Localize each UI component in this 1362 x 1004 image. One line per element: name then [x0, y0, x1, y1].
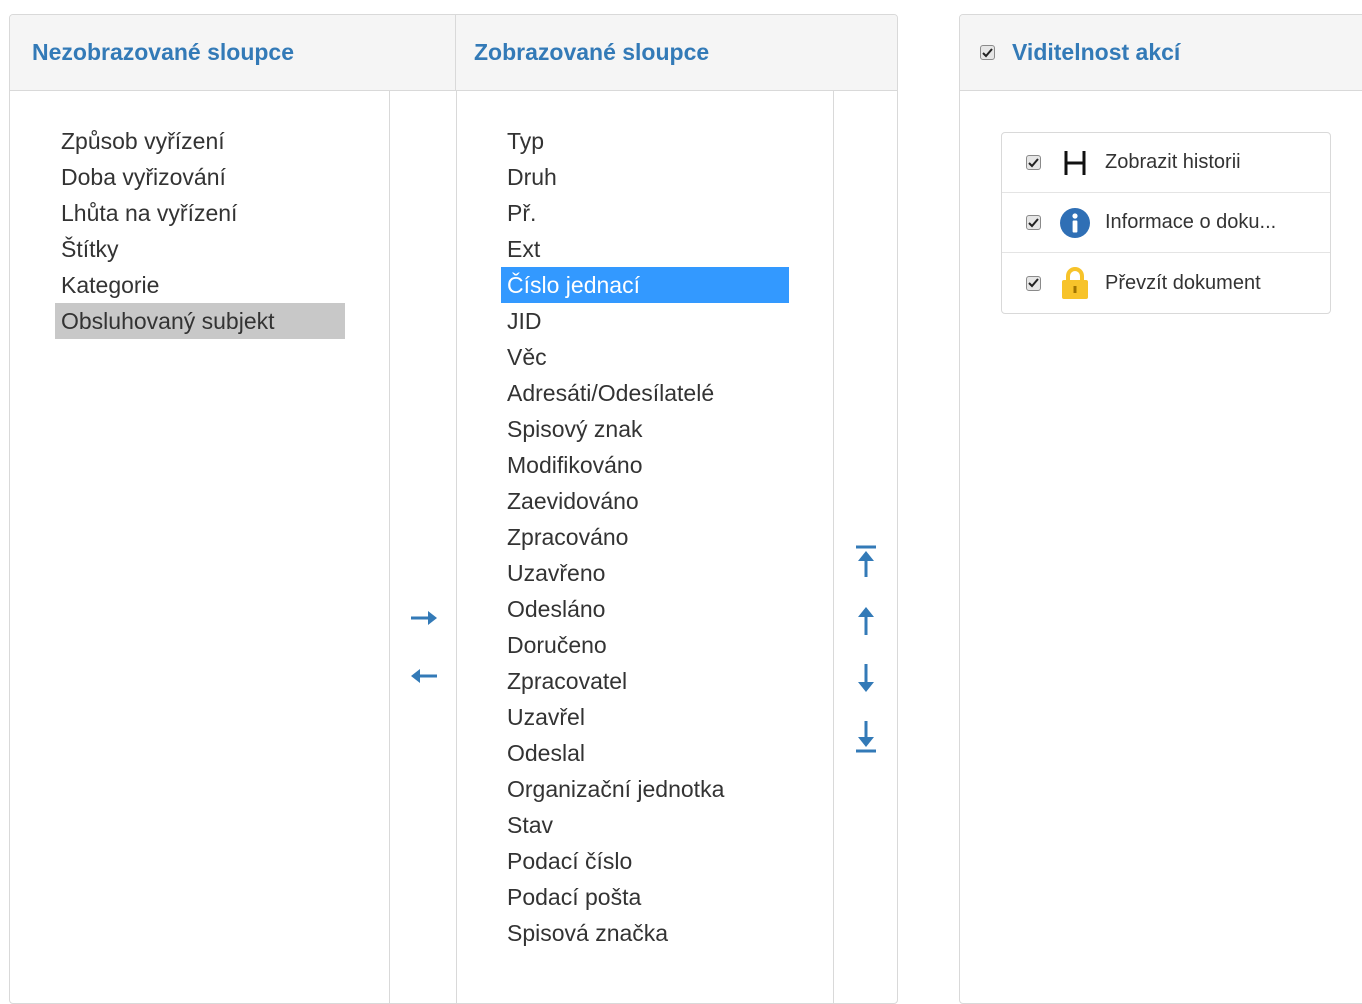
column-item[interactable]: Stav [501, 807, 789, 843]
action-label: Převzít dokument [1105, 271, 1261, 294]
column-item[interactable]: Typ [501, 123, 789, 159]
column-item[interactable]: Podací číslo [501, 843, 789, 879]
divider [389, 91, 390, 1003]
action-checkbox[interactable] [1026, 155, 1041, 170]
action-label: Zobrazit historii [1105, 151, 1241, 173]
move-to-top-button[interactable] [846, 541, 886, 581]
column-item[interactable]: Uzavřeno [501, 555, 789, 591]
column-item[interactable]: Spisový znak [501, 411, 789, 447]
hidden-columns-header: Nezobrazované sloupce [10, 15, 456, 91]
column-item[interactable]: Zpracovatel [501, 663, 789, 699]
actions-list: Zobrazit historii Informace o doku... Př… [1001, 132, 1331, 314]
actions-header: Viditelnost akcí [960, 15, 1362, 91]
action-label: Informace o doku... [1105, 211, 1277, 233]
hidden-columns-list[interactable]: Způsob vyřízení Doba vyřizování Lhůta na v… [55, 123, 345, 339]
move-to-bottom-button[interactable] [846, 717, 886, 757]
shown-columns-header: Zobrazované sloupce [456, 15, 897, 91]
action-row-history[interactable]: Zobrazit historii [1002, 133, 1330, 193]
column-item[interactable]: Modifikováno [501, 447, 789, 483]
column-item[interactable]: Organizační jednotka [501, 771, 789, 807]
divider [833, 91, 834, 1003]
divider [456, 91, 457, 1003]
action-row-info[interactable]: Informace o doku... [1002, 193, 1330, 253]
column-item[interactable]: Zaevidováno [501, 483, 789, 519]
column-item[interactable]: Kategorie [55, 267, 345, 303]
column-item[interactable]: Odesláno [501, 591, 789, 627]
actions-visibility-checkbox[interactable] [980, 45, 995, 60]
move-to-bottom-icon [856, 721, 876, 753]
column-item[interactable]: Ext [501, 231, 789, 267]
column-item[interactable]: Věc [501, 339, 789, 375]
column-item[interactable]: Druh [501, 159, 789, 195]
column-item[interactable]: Adresáti/Odesílatelé [501, 375, 789, 411]
checkmark-icon [1028, 217, 1039, 227]
column-item[interactable]: Obsluhovaný subjekt [55, 303, 345, 339]
action-row-take-over[interactable]: Převzít dokument [1002, 253, 1330, 313]
checkmark-icon [982, 47, 993, 57]
arrow-left-icon [411, 669, 437, 683]
action-checkbox[interactable] [1026, 215, 1041, 230]
column-item[interactable]: Zpracováno [501, 519, 789, 555]
padlock-icon [1055, 267, 1095, 299]
column-item[interactable]: Doba vyřizování [55, 159, 345, 195]
move-right-button[interactable] [404, 598, 444, 638]
column-item[interactable]: Způsob vyřízení [55, 123, 345, 159]
actions-panel: Viditelnost akcí Zobrazit historii Infor… [959, 14, 1362, 1004]
move-to-top-icon [856, 545, 876, 577]
move-up-button[interactable] [846, 601, 886, 641]
column-item[interactable]: Číslo jednací [501, 267, 789, 303]
column-item[interactable]: Doručeno [501, 627, 789, 663]
column-item[interactable]: JID [501, 303, 789, 339]
actions-header-title: Viditelnost akcí [1012, 39, 1181, 65]
column-item[interactable]: Př. [501, 195, 789, 231]
move-down-icon [858, 664, 874, 692]
column-item[interactable]: Spisová značka [501, 915, 789, 951]
move-down-button[interactable] [846, 658, 886, 698]
column-item[interactable]: Odeslal [501, 735, 789, 771]
columns-panel: Nezobrazované sloupce Zobrazované sloupc… [9, 14, 898, 1004]
column-item[interactable]: Podací pošta [501, 879, 789, 915]
shown-columns-list[interactable]: Typ Druh Př. Ext Číslo jednací JID Věc Adresáti… [501, 123, 789, 951]
move-up-icon [858, 607, 874, 635]
column-item[interactable]: Uzavřel [501, 699, 789, 735]
info-circle-icon [1055, 207, 1095, 238]
move-left-button[interactable] [404, 656, 444, 696]
column-item[interactable]: Lhůta na vyřízení [55, 195, 345, 231]
action-checkbox[interactable] [1026, 275, 1041, 291]
arrow-right-icon [411, 611, 437, 625]
checkmark-icon [1028, 157, 1039, 167]
checkmark-icon [1028, 278, 1039, 288]
column-item[interactable]: Štítky [55, 231, 345, 267]
history-h-icon [1055, 148, 1095, 178]
